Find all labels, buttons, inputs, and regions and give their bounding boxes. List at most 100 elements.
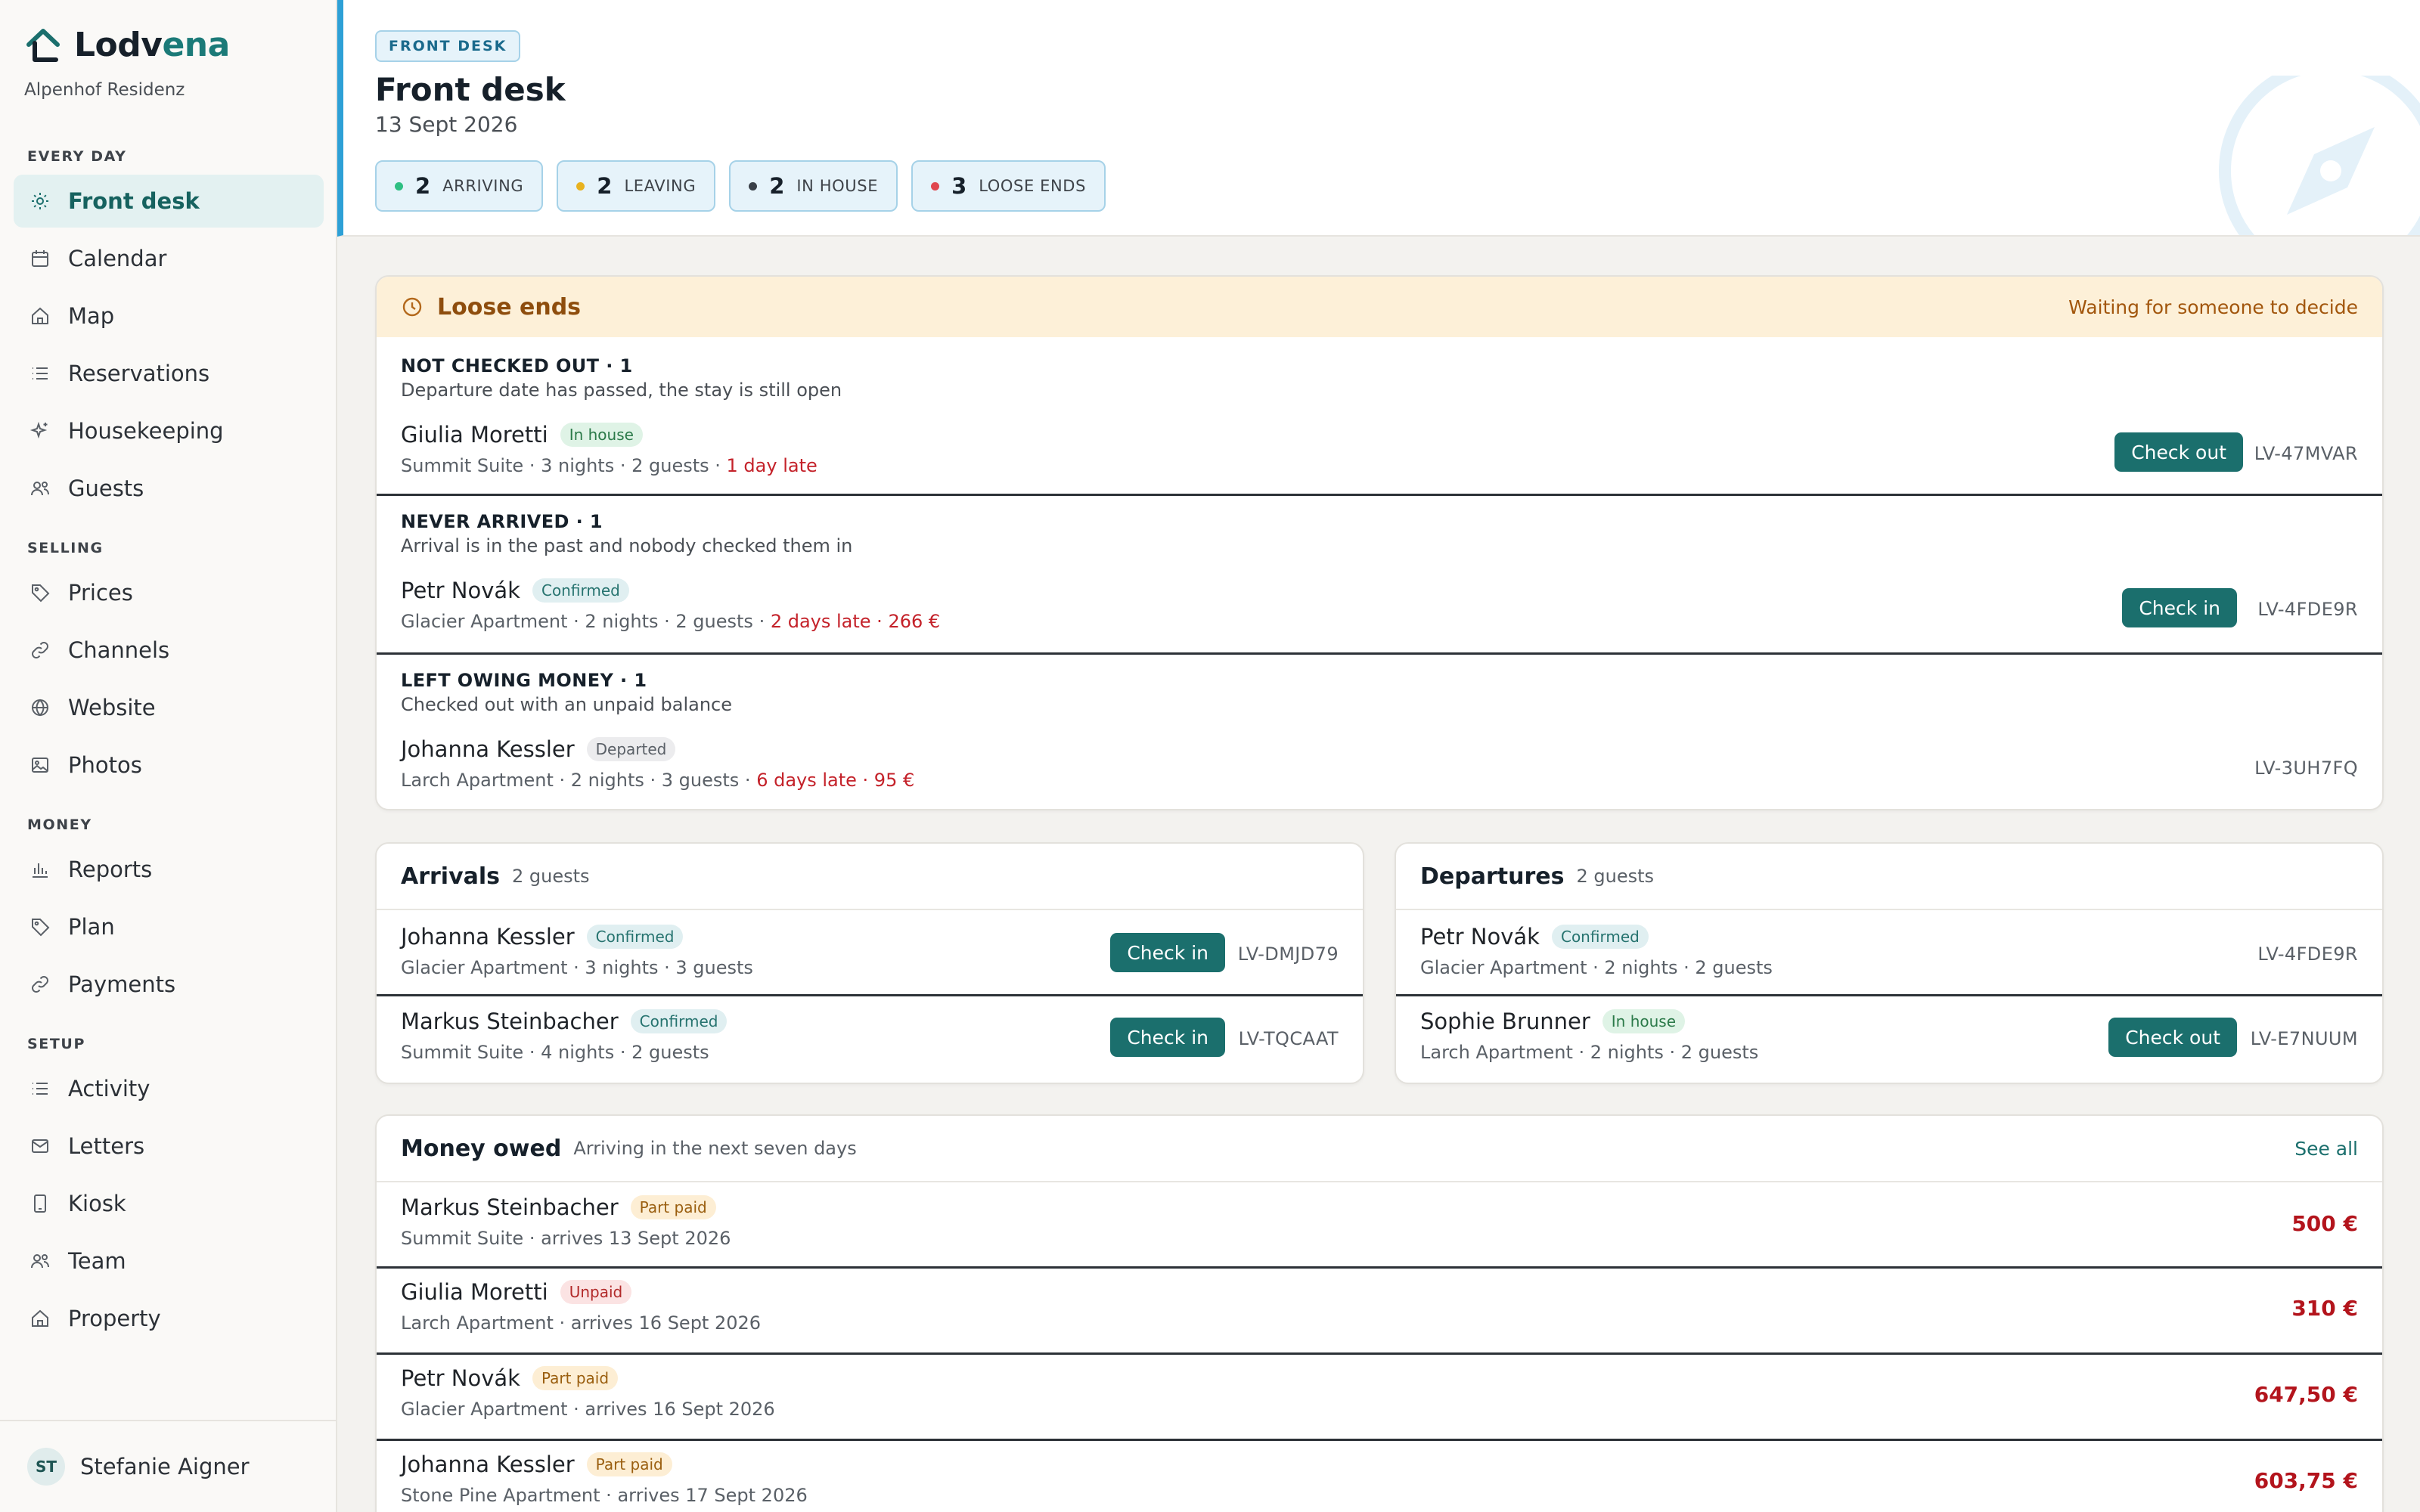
stat-label: ARRIVING: [442, 177, 524, 195]
list-item[interactable]: Markus Steinbacher Confirmed Summit Suit…: [377, 996, 1363, 1083]
reservation-ref[interactable]: LV-TQCAAT: [1239, 1028, 1339, 1049]
user-name: Stefanie Aigner: [80, 1454, 250, 1479]
sun-icon: [29, 190, 51, 212]
list-item[interactable]: Sophie Brunner In house Larch Apartment …: [1396, 996, 2382, 1083]
stat-count: 2: [769, 173, 785, 199]
guest-name: Markus Steinbacher: [401, 1194, 619, 1220]
list-icon: [29, 1077, 51, 1100]
property-name: Alpenhof Residenz: [24, 80, 185, 100]
check-in-button[interactable]: Check in: [2122, 588, 2237, 627]
guest-row: Markus Steinbacher Confirmed: [401, 1009, 728, 1034]
status-badge: Confirmed: [532, 578, 629, 603]
guest-row[interactable]: Giulia Moretti In house: [401, 422, 643, 448]
loose-end-group: LEFT OWING MONEY · 1 Checked out with an…: [377, 655, 2382, 806]
reservation-ref[interactable]: LV-4FDE9R: [2257, 943, 2358, 965]
globe-icon: [29, 696, 51, 719]
main-content: FRONT DESK Front desk 13 Sept 2026 2 ARR…: [337, 0, 2420, 1512]
guest-name: Giulia Moretti: [401, 422, 548, 448]
guest-row[interactable]: Petr Novák Confirmed: [401, 578, 629, 603]
tag-icon: [29, 916, 51, 938]
late-indicator: 1 day late: [726, 455, 818, 476]
guest-name: Johanna Kessler: [401, 924, 575, 950]
check-out-button[interactable]: Check out: [2114, 432, 2243, 472]
status-badge: Confirmed: [586, 925, 684, 949]
stat-in-house[interactable]: 2 IN HOUSE: [729, 160, 898, 212]
guest-row[interactable]: Johanna Kessler Departed: [401, 736, 676, 762]
list-item[interactable]: Petr Novák Confirmed Glacier Apartment ·…: [1396, 910, 2382, 996]
guest-row: Markus Steinbacher Part paid: [401, 1194, 716, 1220]
status-dot: [749, 181, 758, 191]
sidebar-item-label: Housekeeping: [68, 418, 224, 444]
reservation-ref[interactable]: LV-3UH7FQ: [2254, 758, 2358, 779]
list-item[interactable]: Johanna Kessler Confirmed Glacier Apartm…: [377, 910, 1363, 996]
compass-icon: [2219, 76, 2420, 235]
check-in-button[interactable]: Check in: [1110, 933, 1225, 972]
see-all-link[interactable]: See all: [2294, 1138, 2358, 1160]
sidebar-item-prices[interactable]: Prices: [14, 566, 324, 619]
sidebar-item-label: Calendar: [68, 246, 167, 271]
stat-loose-ends[interactable]: 3 LOOSE ENDS: [911, 160, 1106, 212]
table-row[interactable]: Giulia Moretti Unpaid Larch Apartment · …: [377, 1269, 2382, 1355]
sidebar-item-channels[interactable]: Channels: [14, 624, 324, 677]
guest-meta: Summit Suite · arrives 13 Sept 2026: [401, 1228, 731, 1249]
sidebar-item-payments[interactable]: Payments: [14, 958, 324, 1011]
sidebar-item-website[interactable]: Website: [14, 681, 324, 734]
check-in-button[interactable]: Check in: [1110, 1018, 1225, 1057]
sidebar-item-housekeeping[interactable]: Housekeeping: [14, 404, 324, 457]
departures-title: Departures: [1420, 863, 1565, 890]
users-icon: [29, 1250, 51, 1272]
table-row[interactable]: Johanna Kessler Part paid Stone Pine Apa…: [377, 1441, 2382, 1512]
user-menu[interactable]: ST Stefanie Aigner: [0, 1420, 337, 1512]
sidebar-item-activity[interactable]: Activity: [14, 1062, 324, 1115]
stat-arriving[interactable]: 2 ARRIVING: [375, 160, 544, 212]
status-dot: [576, 181, 585, 191]
sidebar-item-kiosk[interactable]: Kiosk: [14, 1177, 324, 1230]
table-row[interactable]: Markus Steinbacher Part paid Summit Suit…: [377, 1182, 2382, 1269]
late-indicator: 2 days late · 266 €: [770, 611, 941, 632]
sidebar-item-label: Reports: [68, 857, 153, 882]
loose-end-group: NEVER ARRIVED · 1 Arrival is in the past…: [377, 496, 2382, 655]
guest-row: Johanna Kessler Confirmed: [401, 924, 684, 950]
sidebar-item-team[interactable]: Team: [14, 1235, 324, 1287]
reservation-ref[interactable]: LV-DMJD79: [1238, 943, 1339, 965]
sidebar-item-label: Channels: [68, 637, 170, 663]
sidebar-item-property[interactable]: Property: [14, 1292, 324, 1345]
guest-name: Giulia Moretti: [401, 1279, 548, 1305]
sidebar-item-label: Letters: [68, 1133, 145, 1159]
sidebar-item-map[interactable]: Map: [14, 290, 324, 342]
stat-count: 2: [415, 173, 431, 199]
guest-meta: Summit Suite · 4 nights · 2 guests: [401, 1042, 709, 1063]
stat-leaving[interactable]: 2 LEAVING: [557, 160, 716, 212]
guest-row: Petr Novák Part paid: [401, 1365, 619, 1391]
sidebar-item-reservations[interactable]: Reservations: [14, 347, 324, 400]
reservation-ref[interactable]: LV-47MVAR: [2254, 443, 2358, 464]
sidebar-item-photos[interactable]: Photos: [14, 739, 324, 792]
loose-ends-card: Loose ends Waiting for someone to decide…: [375, 275, 2384, 810]
sidebar-item-guests[interactable]: Guests: [14, 462, 324, 515]
status-badge: In house: [1602, 1009, 1686, 1033]
guest-meta: Stone Pine Apartment · arrives 17 Sept 2…: [401, 1485, 808, 1506]
check-out-button[interactable]: Check out: [2108, 1018, 2237, 1057]
money-owed-subtitle: Arriving in the next seven days: [573, 1138, 857, 1159]
app-name: Lodvena: [74, 26, 230, 64]
sidebar-item-front-desk[interactable]: Front desk: [14, 175, 324, 228]
sidebar-item-calendar[interactable]: Calendar: [14, 232, 324, 285]
sidebar-item-label: Kiosk: [68, 1191, 126, 1216]
guest-name: Johanna Kessler: [401, 736, 575, 762]
loose-end-group: NOT CHECKED OUT · 1 Departure date has p…: [377, 337, 2382, 496]
guest-name: Sophie Brunner: [1420, 1009, 1590, 1034]
reservation-ref[interactable]: LV-4FDE9R: [2257, 599, 2358, 620]
sidebar-item-letters[interactable]: Letters: [14, 1120, 324, 1173]
status-badge: Part paid: [586, 1452, 672, 1476]
brand[interactable]: Lodvena: [24, 26, 230, 64]
status-badge: Part paid: [532, 1366, 619, 1390]
sidebar-item-plan[interactable]: Plan: [14, 900, 324, 953]
sidebar-item-reports[interactable]: Reports: [14, 843, 324, 896]
table-row[interactable]: Petr Novák Part paid Glacier Apartment ·…: [377, 1355, 2382, 1441]
departures-header: Departures 2 guests: [1396, 844, 2382, 910]
arrivals-title: Arrivals: [401, 863, 501, 890]
status-badge: Confirmed: [1551, 925, 1649, 949]
sidebar-item-label: Front desk: [68, 188, 200, 214]
reservation-ref[interactable]: LV-E7NUUM: [2251, 1028, 2358, 1049]
page-title: Front desk: [375, 71, 566, 108]
